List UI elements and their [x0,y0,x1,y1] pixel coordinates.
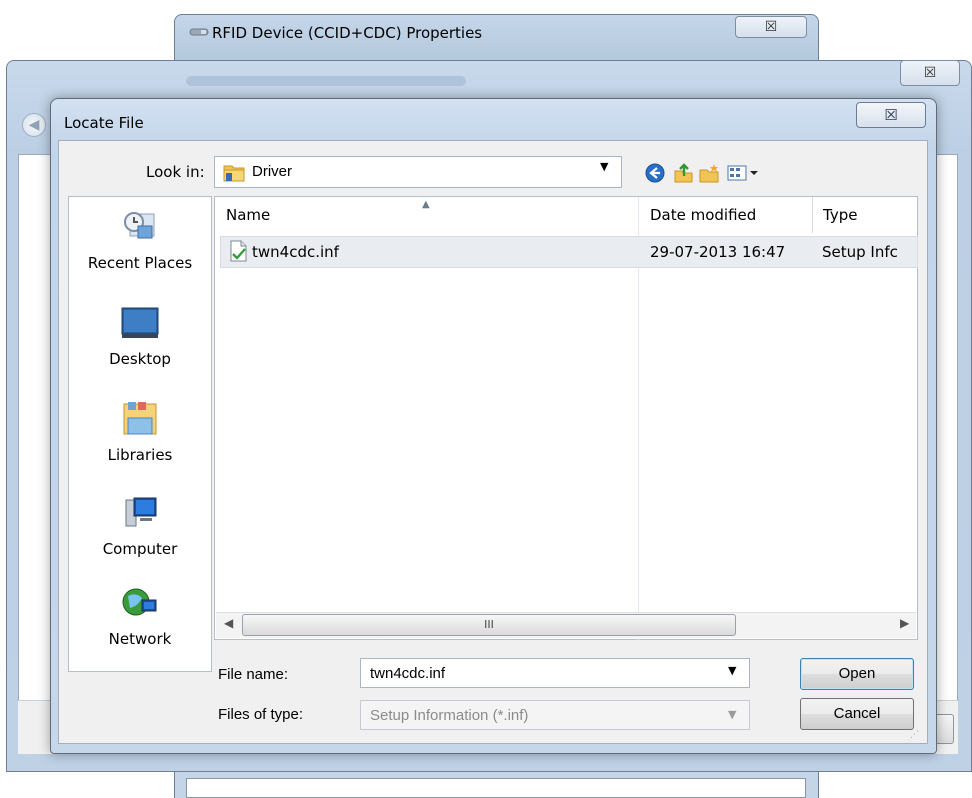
recent-places-icon [124,212,155,239]
dialog-close-button[interactable]: ☒ [856,102,926,128]
folder-icon [223,165,245,182]
place-label: Desktop [109,350,171,368]
place-recent-places[interactable]: Recent Places [68,208,212,272]
computer-icon [125,497,157,527]
desktop-icon [121,307,159,338]
background-window-lower-panel [186,778,806,798]
open-button[interactable]: Open [800,658,914,690]
place-desktop[interactable]: Desktop [68,304,212,368]
dialog-title: Locate File [64,114,144,132]
libraries-icon [123,402,157,435]
new-folder-icon[interactable] [698,163,720,183]
sort-ascending-icon: ▲ [422,199,430,210]
view-menu-icon[interactable] [726,163,766,183]
column-divider [812,197,813,233]
column-header-type[interactable]: Type [813,197,917,233]
place-computer[interactable]: Computer [68,494,212,558]
network-icon [122,588,157,616]
file-name-label: File name: [218,666,289,683]
scroll-right-icon[interactable]: ▶ [900,616,909,630]
wizard-close-button[interactable]: ☒ [900,60,960,86]
file-type-cell: Setup Infc [822,243,898,261]
files-of-type-label: Files of type: [218,706,304,723]
files-of-type-value: Setup Information (*.inf) [370,707,529,724]
look-in-value: Driver [252,163,292,180]
chevron-down-icon[interactable]: ▼ [600,160,608,173]
column-header-date-modified[interactable]: Date modified [640,197,812,233]
wizard-back-icon[interactable]: ◀ [22,113,46,137]
look-in-label: Look in: [146,163,205,181]
place-label: Libraries [107,446,173,464]
background-window-close-button[interactable]: ☒ [735,16,807,38]
place-label: Network [108,630,172,648]
cancel-button[interactable]: Cancel [800,698,914,730]
up-folder-icon[interactable] [672,163,694,183]
file-date-cell: 29-07-2013 16:47 [650,243,786,261]
chevron-down-icon[interactable]: ▼ [728,708,736,721]
scrollbar-thumb[interactable]: III [242,614,736,636]
file-name-value: twn4cdc.inf [370,665,446,682]
place-label: Computer [102,540,178,558]
resize-grip-icon[interactable]: ⋰ [910,730,919,740]
scroll-left-icon[interactable]: ◀ [224,616,233,630]
place-network[interactable]: Network [68,584,212,648]
chevron-down-icon[interactable]: ▼ [728,664,736,677]
rfid-device-icon [189,28,209,36]
file-name-cell: twn4cdc.inf [252,243,339,261]
place-libraries[interactable]: Libraries [68,400,212,464]
blurred-title-bar [186,76,466,86]
place-label: Recent Places [87,254,193,272]
background-window-title: RFID Device (CCID+CDC) Properties [212,24,483,42]
back-icon[interactable] [644,163,666,183]
setup-file-icon [230,240,247,262]
